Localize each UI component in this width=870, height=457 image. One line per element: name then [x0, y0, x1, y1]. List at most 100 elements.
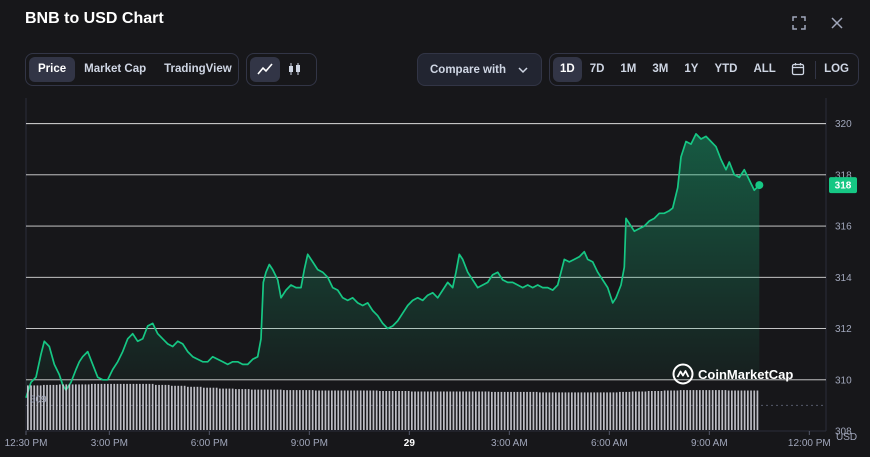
volume-bar — [251, 389, 253, 430]
volume-bar — [59, 384, 61, 430]
volume-bar — [401, 391, 404, 430]
volume-bar — [241, 389, 244, 430]
volume-bar — [651, 391, 653, 430]
volume-bar — [321, 390, 324, 430]
current-price-label: 318 — [835, 181, 852, 192]
volume-bar — [62, 384, 64, 430]
volume-bar — [84, 384, 87, 430]
volume-bar — [657, 391, 660, 430]
volume-bar — [516, 391, 519, 430]
volume-bar — [548, 392, 551, 430]
volume-bar — [641, 391, 644, 430]
volume-bar — [49, 384, 52, 430]
volume-bar — [193, 386, 196, 430]
volume-bar — [123, 383, 125, 430]
volume-bar — [606, 392, 608, 430]
volume-bar — [622, 391, 624, 430]
volume-bar — [673, 390, 676, 430]
volume-bar — [398, 391, 400, 430]
volume-bar — [139, 383, 141, 430]
volume-bar — [129, 383, 132, 430]
volume-bar — [551, 392, 554, 430]
volume-bar — [302, 390, 304, 430]
y-tick-label: 320 — [835, 119, 852, 130]
volume-bar — [318, 390, 320, 430]
volume-bar — [529, 391, 532, 430]
current-price-dot — [755, 181, 764, 190]
volume-bar — [753, 390, 756, 430]
volume-bar — [750, 390, 752, 430]
volume-bar — [561, 392, 564, 430]
volume-bar — [484, 391, 487, 430]
volume-bar — [695, 390, 698, 430]
volume-bar — [235, 389, 237, 430]
volume-bar — [663, 390, 666, 430]
volume-bar — [263, 389, 266, 430]
volume-bar — [46, 384, 48, 430]
volume-bar — [654, 391, 656, 430]
volume-bar — [289, 390, 292, 430]
volume-bar — [315, 390, 317, 430]
volume-bar — [247, 389, 250, 430]
volume-bar — [126, 383, 128, 430]
volume-bar — [36, 385, 39, 430]
volume-bar — [660, 391, 663, 430]
volume-bar — [283, 390, 285, 430]
volume-bar — [449, 391, 452, 430]
volume-bar — [43, 384, 45, 430]
volume-bar — [535, 391, 538, 430]
volume-bar — [359, 390, 362, 430]
volume-bar — [443, 391, 445, 430]
volume-bar — [420, 391, 423, 430]
volume-bar — [209, 387, 212, 430]
volume-bar — [615, 392, 618, 430]
volume-bar — [455, 391, 458, 430]
volume-bar — [558, 392, 560, 430]
volume-bar — [161, 384, 164, 430]
volume-bar — [132, 383, 135, 430]
volume-bar — [510, 391, 512, 430]
volume-bar — [151, 383, 154, 430]
volume-bar — [238, 389, 240, 430]
volume-bar — [155, 384, 157, 430]
price-chart[interactable]: 30831031231431631832030931812:30 PM 3:00 … — [0, 0, 870, 457]
volume-bar — [407, 391, 410, 430]
volume-bar — [676, 390, 679, 430]
volume-bar — [628, 391, 631, 430]
volume-bar — [260, 389, 263, 430]
volume-bar — [452, 391, 455, 430]
volume-bar — [27, 385, 29, 430]
volume-bar — [292, 390, 295, 430]
volume-bar — [612, 392, 615, 430]
volume-bar — [481, 391, 484, 430]
volume-bar — [590, 392, 592, 430]
volume-bar — [417, 391, 420, 430]
volume-bar — [433, 391, 436, 430]
volume-bar — [423, 391, 426, 430]
volume-bar — [276, 389, 279, 430]
volume-bar — [324, 390, 327, 430]
volume-bar — [257, 389, 260, 430]
volume-bar — [231, 388, 234, 430]
volume-bar — [180, 385, 183, 430]
volume-bar — [299, 390, 301, 430]
volume-bar — [692, 390, 695, 430]
volume-bar — [740, 390, 743, 430]
volume-bar — [148, 383, 151, 430]
volume-bar — [222, 388, 224, 430]
volume-bar — [71, 384, 74, 430]
volume-bar — [116, 383, 119, 430]
volume-bar — [555, 392, 557, 430]
volume-bar — [190, 386, 192, 430]
volume-bar — [331, 390, 333, 430]
volume-bar — [711, 390, 714, 430]
volume-bar — [593, 392, 596, 430]
volume-bar — [353, 390, 356, 430]
volume-bar — [295, 390, 298, 430]
volume-bar — [667, 390, 669, 430]
volume-bar — [215, 387, 218, 430]
volume-bar — [638, 391, 640, 430]
x-tick-label: 3:00 PM — [91, 438, 128, 449]
volume-bar — [244, 389, 247, 430]
volume-bar — [388, 391, 391, 430]
